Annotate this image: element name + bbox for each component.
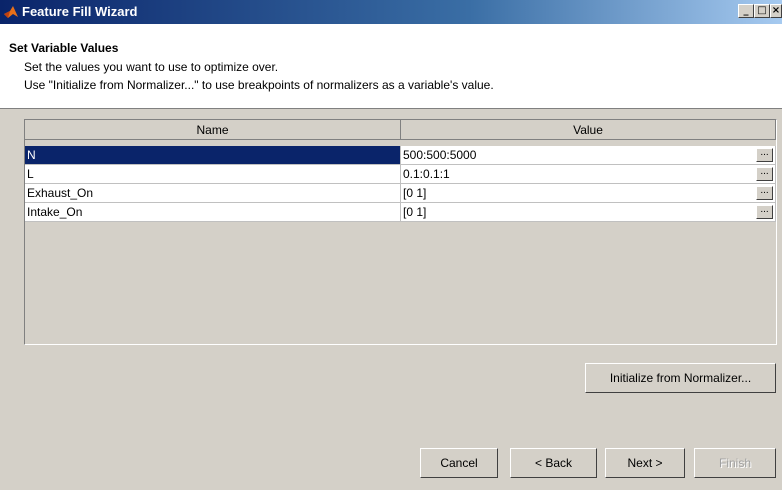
maximize-button[interactable]: □ [754, 4, 770, 18]
page-title: Set Variable Values [9, 41, 119, 55]
finish-button[interactable]: Finish [694, 448, 776, 478]
cancel-button[interactable]: Cancel [420, 448, 498, 478]
column-header-name[interactable]: Name [25, 120, 401, 140]
back-button[interactable]: < Back [510, 448, 597, 478]
value-text: [0 1] [403, 186, 427, 200]
name-cell[interactable]: Exhaust_On [25, 184, 401, 203]
wizard-header: Set Variable Values Set the values you w… [0, 24, 782, 109]
initialize-from-normalizer-button[interactable]: Initialize from Normalizer... [585, 363, 776, 393]
value-text: [0 1] [403, 205, 427, 219]
name-cell[interactable]: L [25, 165, 401, 184]
table-row[interactable]: Intake_On [0 1] ... [25, 203, 776, 222]
instruction-line-2: Use "Initialize from Normalizer..." to u… [24, 78, 494, 92]
ellipsis-button[interactable]: ... [756, 205, 773, 219]
value-cell[interactable]: 0.1:0.1:1 ... [401, 165, 776, 184]
table-row[interactable]: L 0.1:0.1:1 ... [25, 165, 776, 184]
ellipsis-button[interactable]: ... [756, 148, 773, 162]
value-cell[interactable]: [0 1] ... [401, 184, 776, 203]
minimize-button[interactable]: _ [738, 4, 754, 18]
value-text: 500:500:5000 [403, 148, 477, 162]
value-cell[interactable]: 500:500:5000 ... [401, 146, 776, 165]
ellipsis-button[interactable]: ... [756, 167, 773, 181]
matlab-icon [4, 6, 18, 18]
close-button[interactable]: × [770, 4, 782, 18]
value-text: 0.1:0.1:1 [403, 167, 450, 181]
window-title: Feature Fill Wizard [22, 4, 138, 19]
value-cell[interactable]: [0 1] ... [401, 203, 776, 222]
title-bar[interactable]: Feature Fill Wizard _ □ × [0, 0, 782, 24]
ellipsis-button[interactable]: ... [756, 186, 773, 200]
name-cell[interactable]: N [25, 146, 401, 165]
variable-table[interactable]: Name Value N 500:500:5000 ... L 0.1:0.1:… [24, 119, 777, 345]
name-cell[interactable]: Intake_On [25, 203, 401, 222]
next-button[interactable]: Next > [605, 448, 685, 478]
column-header-value[interactable]: Value [401, 120, 776, 140]
table-row[interactable]: Exhaust_On [0 1] ... [25, 184, 776, 203]
instruction-line-1: Set the values you want to use to optimi… [24, 60, 279, 74]
table-row[interactable]: N 500:500:5000 ... [25, 146, 776, 165]
